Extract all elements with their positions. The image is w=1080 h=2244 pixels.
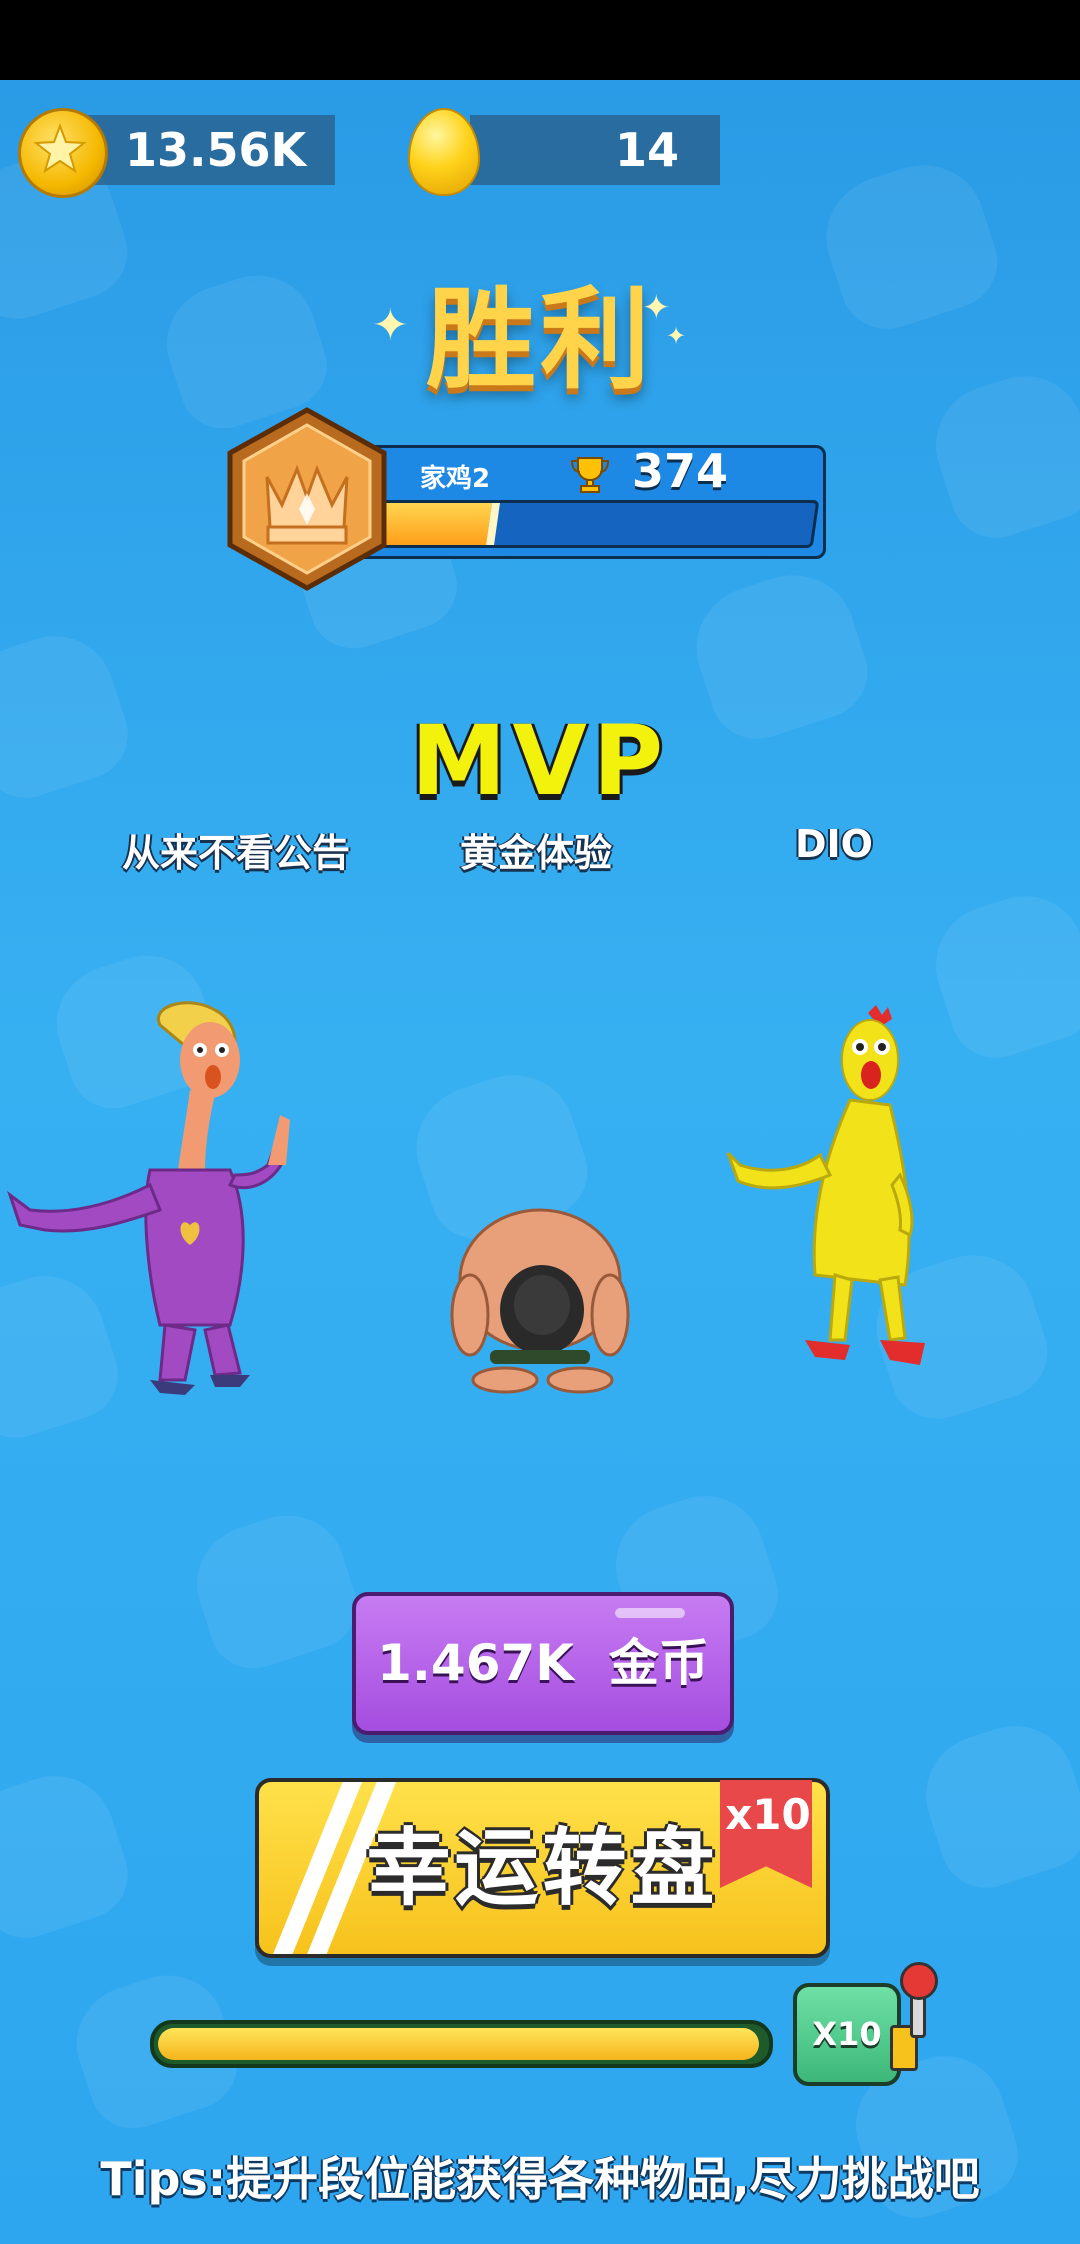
sparkle-icon: ✦: [666, 322, 687, 350]
status-bar: [0, 0, 1080, 80]
star-currency-value: 13.56K: [125, 123, 307, 177]
victory-title: 胜利: [426, 275, 654, 404]
player-character-center: [450, 1208, 630, 1394]
button-shine: [615, 1608, 685, 1618]
spin-progress-fill: [158, 2028, 759, 2060]
player-name-left: 从来不看公告: [122, 831, 351, 875]
player-name-right: DIO: [795, 822, 873, 866]
lever-knob: [900, 1962, 938, 2000]
egg-currency-value: 14: [615, 123, 680, 177]
rank-tier-name: 家鸡2: [420, 464, 491, 494]
rank-trophy-count: 374: [632, 444, 729, 498]
spin-progress-bar: [150, 2020, 773, 2068]
tips-text: Tips:提升段位能获得各种物品,尽力挑战吧: [100, 2152, 980, 2206]
trophy-icon: [570, 457, 610, 493]
player-character-right: [726, 1005, 925, 1365]
x10-spin-button[interactable]: X10: [793, 1983, 901, 2086]
sparkle-icon: ✦: [372, 300, 409, 351]
player-name-center: 黄金体验: [460, 831, 613, 875]
mvp-label: MVP: [410, 705, 670, 817]
star-currency-box[interactable]: 13.56K: [80, 115, 335, 185]
multiplier-ribbon-label: x10: [725, 1790, 811, 1839]
gold-star-coin-icon: [18, 108, 108, 198]
rank-progress-bar: [356, 500, 820, 548]
collect-coins-label: 1.467K 金币: [377, 1634, 709, 1692]
crown-hexagon-badge-icon: [227, 407, 387, 591]
x10-spin-label: X10: [812, 2015, 882, 2053]
collect-coins-button[interactable]: 1.467K 金币: [352, 1592, 734, 1735]
player-character-left: [7, 1001, 290, 1395]
egg-currency-box[interactable]: 14: [470, 115, 720, 185]
